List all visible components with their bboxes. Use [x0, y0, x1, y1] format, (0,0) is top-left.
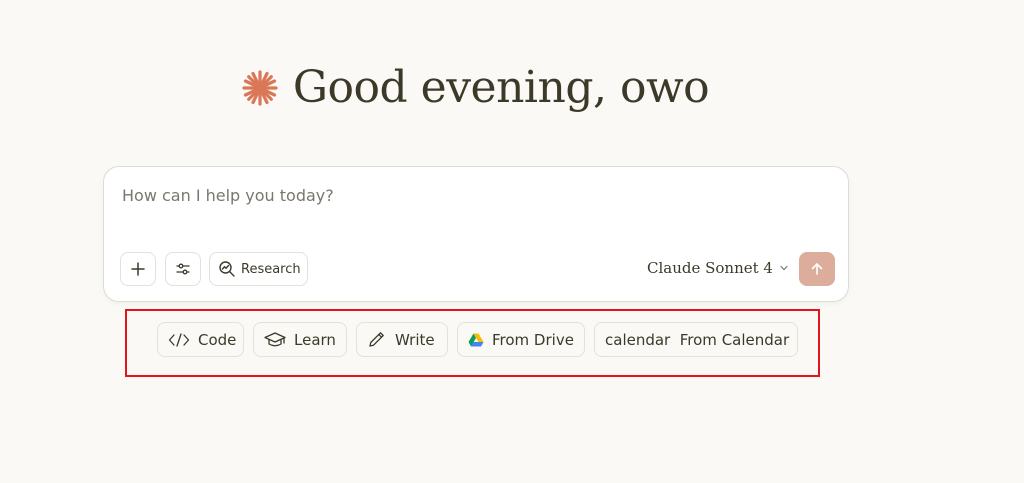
chevron-down-icon — [779, 263, 789, 273]
write-chip-label: Write — [395, 330, 435, 349]
code-chip[interactable]: Code — [157, 322, 244, 357]
sliders-icon — [175, 261, 191, 277]
code-icon — [168, 332, 190, 348]
from-drive-chip[interactable]: From Drive — [457, 322, 585, 357]
code-chip-label: Code — [198, 330, 237, 349]
prompt-input[interactable] — [120, 185, 824, 206]
from-calendar-chip[interactable]: calendar From Calendar — [594, 322, 798, 357]
from-calendar-chip-label: calendar From Calendar — [605, 330, 790, 349]
plus-icon — [130, 261, 146, 277]
model-name: Claude Sonnet 4 — [647, 259, 773, 277]
tools-button[interactable] — [165, 252, 201, 286]
arrow-up-icon — [810, 262, 824, 276]
learn-chip-label: Learn — [294, 330, 336, 349]
graduation-cap-icon — [264, 331, 286, 349]
write-chip[interactable]: Write — [356, 322, 448, 357]
model-selector[interactable]: Claude Sonnet 4 — [647, 259, 789, 277]
greeting: Good evening, owo — [0, 62, 950, 113]
from-drive-chip-label: From Drive — [492, 330, 574, 349]
research-magnifier-icon — [218, 260, 236, 278]
pencil-icon — [367, 331, 387, 349]
send-button[interactable] — [799, 252, 835, 286]
composer: Research Claude Sonnet 4 — [103, 166, 849, 302]
asterisk-spark-icon — [241, 69, 279, 107]
google-drive-icon — [468, 333, 484, 347]
research-label: Research — [241, 261, 301, 277]
research-button[interactable]: Research — [209, 252, 308, 286]
greeting-title: Good evening, owo — [292, 62, 710, 113]
learn-chip[interactable]: Learn — [253, 322, 347, 357]
add-attachment-button[interactable] — [120, 252, 156, 286]
